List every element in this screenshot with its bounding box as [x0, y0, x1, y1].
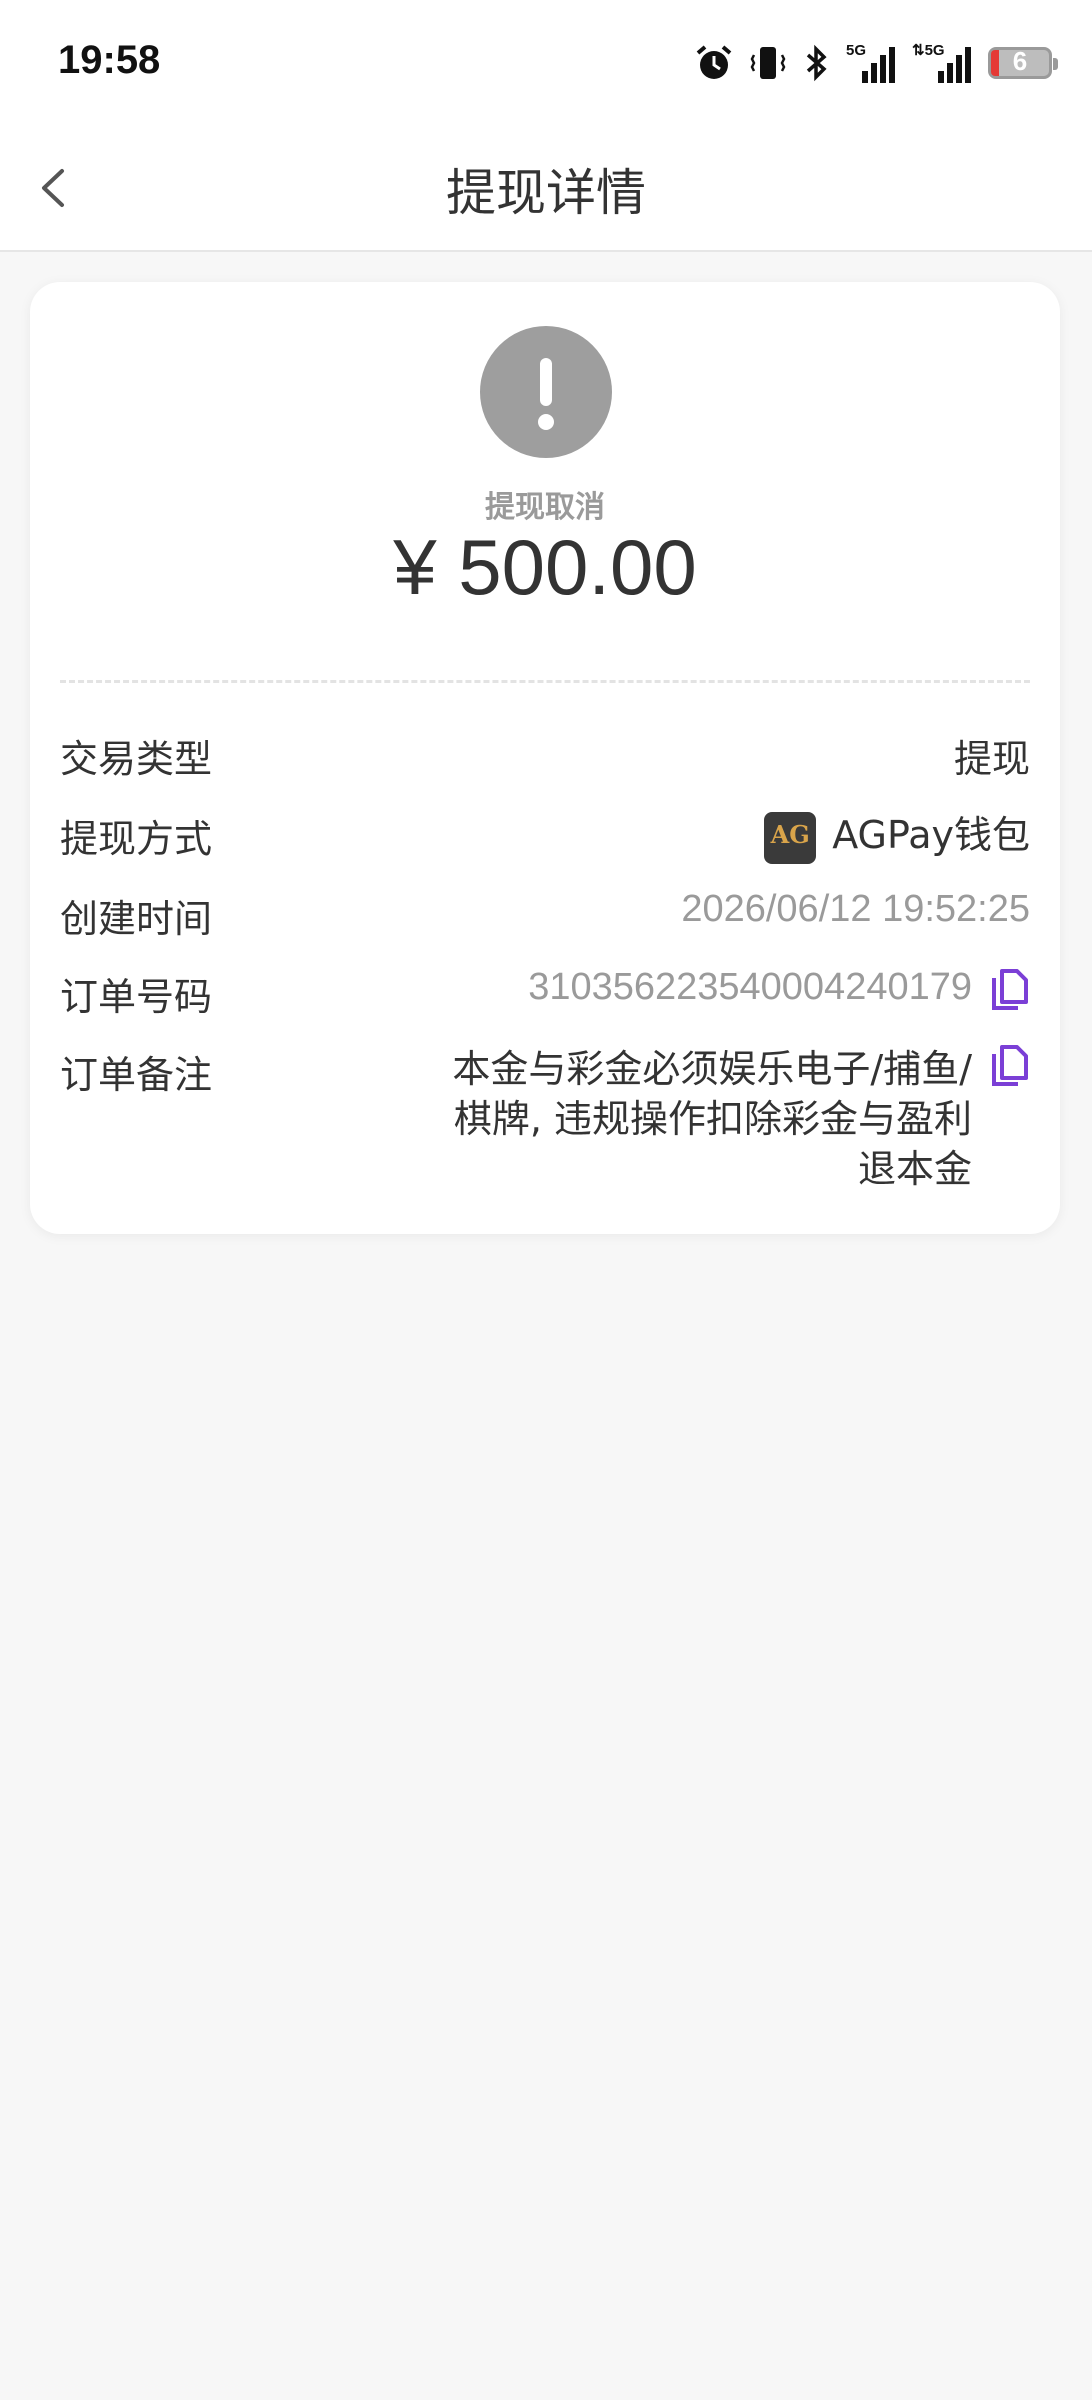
- transaction-type-label: 交易类型: [60, 737, 213, 781]
- status-text: 提现取消: [485, 490, 605, 525]
- row-transaction-type: 交易类型 提现: [60, 728, 1030, 781]
- order-remark-label: 订单备注: [60, 1053, 213, 1097]
- vibrate-icon: [750, 47, 786, 79]
- exclamation-icon: [538, 358, 554, 430]
- withdraw-method-value-wrap: AG AGPay钱包: [764, 804, 1030, 864]
- order-number-label: 订单号码: [60, 975, 213, 1019]
- status-icons: 5G ⇅5G 6: [694, 38, 1058, 88]
- status-time: 19:58: [58, 38, 161, 82]
- row-withdraw-method: 提现方式 AG AGPay钱包: [60, 808, 1030, 864]
- created-time-label: 创建时间: [60, 897, 213, 941]
- copy-icon[interactable]: [990, 968, 1030, 1012]
- status-bar: 19:58 5G ⇅5G 6: [0, 0, 1092, 125]
- created-time-value: 2026/06/12 19:52:25: [681, 888, 1030, 930]
- alarm-icon: [696, 45, 732, 79]
- nav-bar: 提现详情: [0, 125, 1092, 252]
- withdraw-method-value: AGPay钱包: [832, 813, 1030, 857]
- battery-level: 6: [1012, 46, 1028, 76]
- battery-icon: 6: [988, 46, 1058, 79]
- bluetooth-icon: [806, 44, 827, 82]
- order-remark-value: 本金与彩金必须娱乐电子/捕鱼/棋牌, 违规操作扣除彩金与盈利 退本金: [452, 1047, 972, 1191]
- withdraw-method-label: 提现方式: [60, 817, 213, 861]
- signal-5g-icon: ⇅5G: [912, 42, 971, 83]
- svg-text:⇅5G: ⇅5G: [912, 42, 945, 59]
- dashed-divider: [60, 680, 1030, 683]
- page-title: 提现详情: [446, 164, 646, 222]
- withdraw-amount: ¥ 500.00: [393, 523, 697, 611]
- row-order-number: 订单号码 31035622354000424017​9: [60, 966, 1030, 1019]
- withdraw-detail-card: 提现取消 ¥ 500.00 交易类型 提现 提现方式 AG AGPay钱包 创建时…: [30, 282, 1060, 1234]
- signal-5g-icon: 5G: [846, 42, 895, 83]
- copy-icon[interactable]: [990, 1044, 1030, 1088]
- row-order-remark: 订单备注 本金与彩金必须娱乐电子/捕鱼/棋牌, 违规操作扣除彩金与盈利 退本金: [60, 1044, 1030, 1204]
- order-number-value: 31035622354000424017​9: [528, 966, 972, 1008]
- svg-text:5G: 5G: [846, 42, 866, 59]
- agpay-logo: AG: [764, 811, 817, 864]
- row-created-time: 创建时间 2026/06/12 19:52:25: [60, 888, 1030, 941]
- transaction-type-value: 提现: [953, 737, 1030, 781]
- status-indicator: [480, 326, 612, 458]
